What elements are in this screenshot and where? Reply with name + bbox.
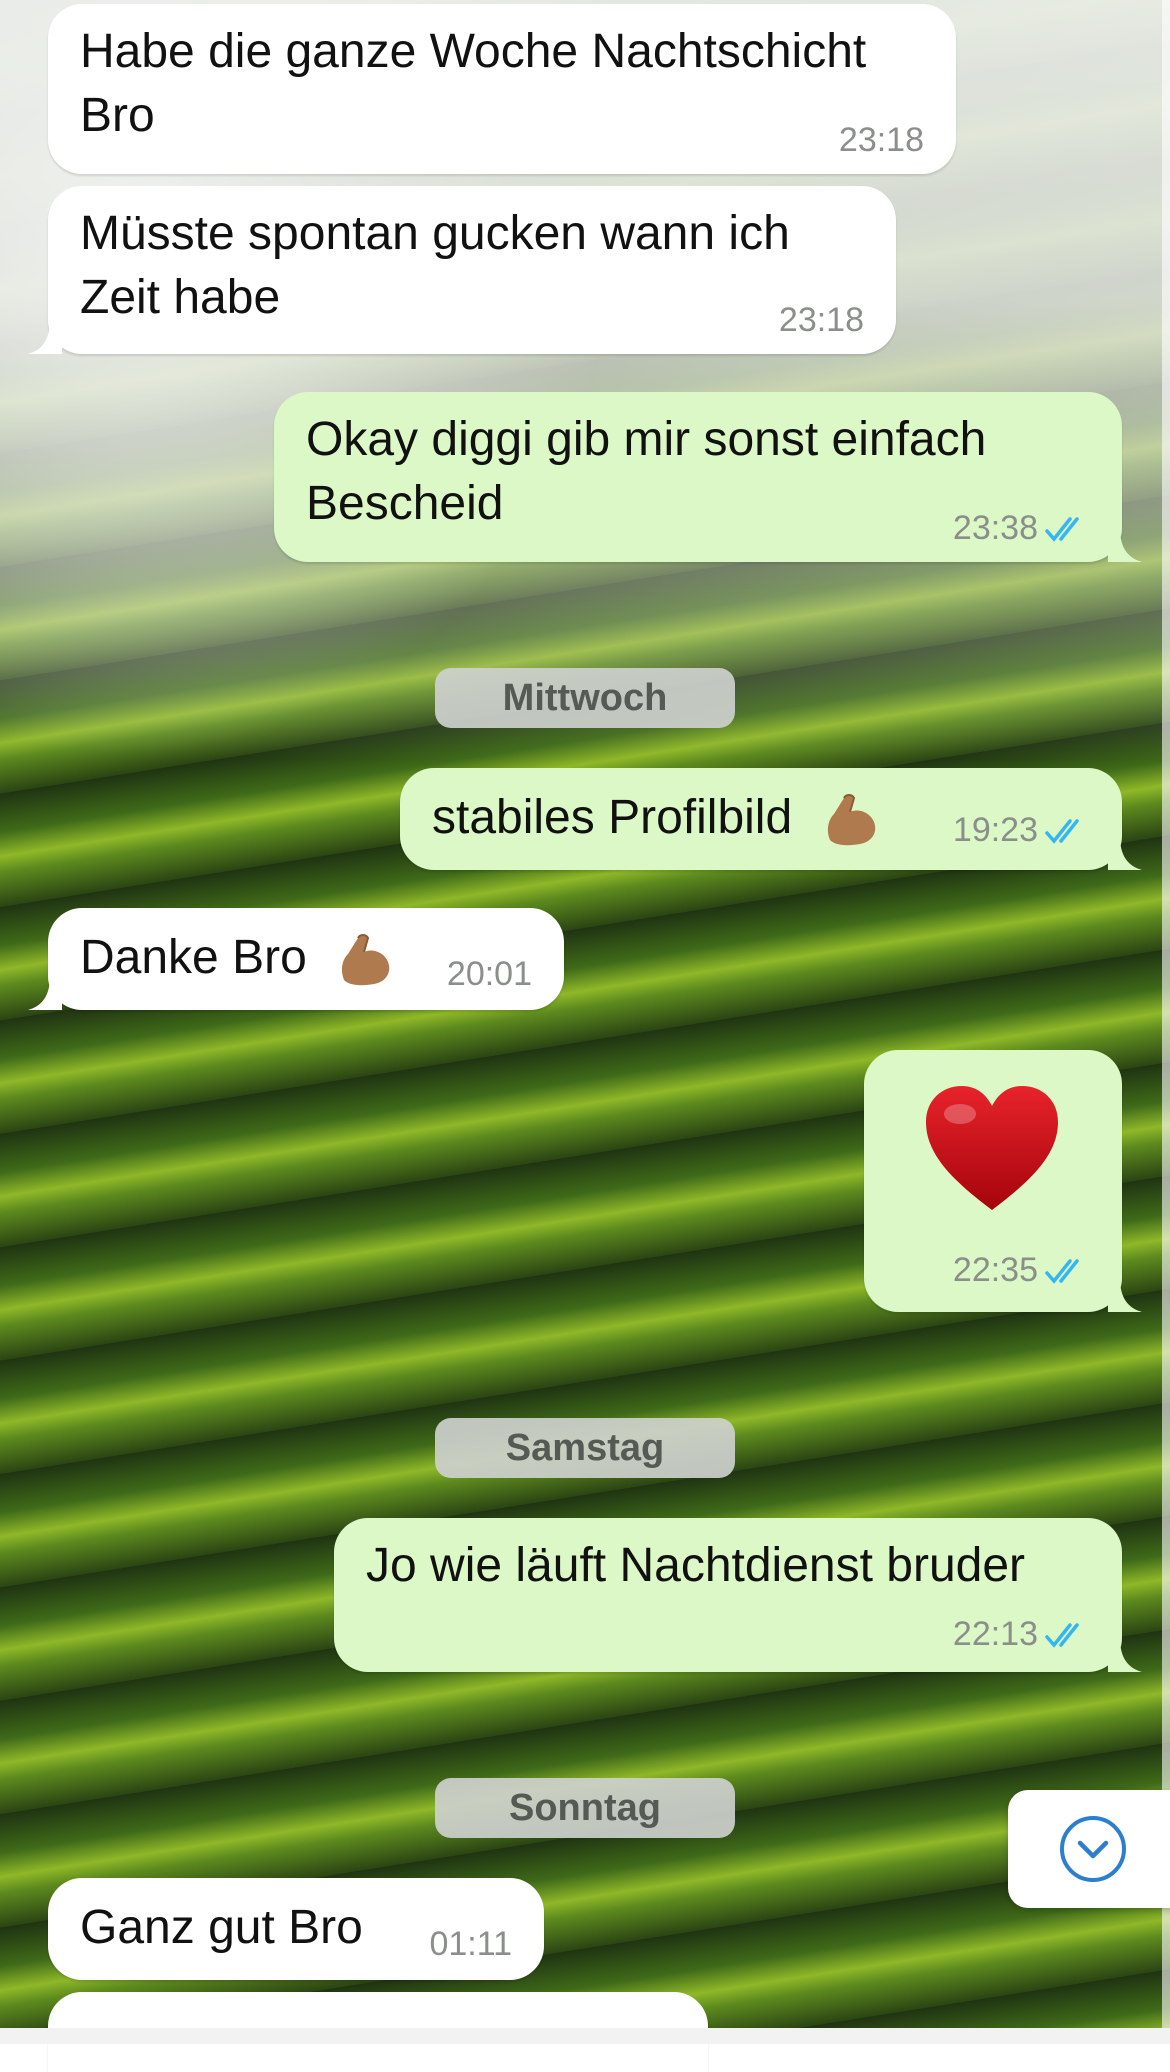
chevron-down-circle-icon — [1060, 1816, 1126, 1882]
message-bubble-outgoing[interactable]: Okay diggi gib mir sonst einfach Beschei… — [274, 392, 1142, 562]
read-ticks-icon — [1045, 1258, 1079, 1284]
day-separator: Mittwoch — [435, 668, 735, 728]
bottom-edge — [0, 2028, 1170, 2044]
message-text: Jo wie läuft Nachtdienst bruder — [366, 1539, 1026, 1592]
message-bubble-outgoing[interactable]: Jo wie läuft Nachtdienst bruder 22:13 — [334, 1518, 1142, 1672]
message-text: Zeit habe — [80, 271, 281, 324]
message-time: 19:23 — [953, 811, 1090, 850]
message-time-text: 22:13 — [952, 1615, 1038, 1653]
message-bubble-outgoing[interactable]: stabiles Profilbild 19:23 — [400, 768, 1142, 870]
bubble-tail — [1108, 1638, 1142, 1672]
message-bubble-incoming[interactable]: Danke Bro 20:01 — [28, 908, 564, 1010]
message-bubble-incoming[interactable]: Ganz gut Bro 01:11 — [48, 1878, 544, 1980]
message-text: Habe die ganze Woche Nachtschicht — [80, 25, 867, 78]
bubble-tail — [1108, 836, 1142, 870]
message-bubble-incoming[interactable]: Habe die ganze Woche Nachtschicht Bro 23… — [48, 4, 956, 174]
message-bubble-incoming[interactable]: Müsste spontan gucken wann ich Zeit habe… — [28, 186, 896, 354]
message-time-text: 23:38 — [952, 509, 1038, 547]
message-time: 22:35 — [953, 1251, 1090, 1290]
read-ticks-icon — [1045, 516, 1079, 542]
message-text: Müsste spontan gucken wann ich — [80, 207, 790, 260]
bubble-tail — [1108, 528, 1142, 562]
read-ticks-icon — [1045, 818, 1079, 844]
message-time-text: 19:23 — [952, 811, 1038, 849]
message-text-content: Danke Bro — [80, 931, 307, 984]
red-heart-icon — [926, 1086, 1058, 1210]
screen-edge — [1162, 0, 1170, 2044]
day-separator: Sonntag — [435, 1778, 735, 1838]
message-time: 01:11 — [429, 1925, 512, 1963]
message-bubble-outgoing[interactable]: 22:35 — [864, 1050, 1142, 1312]
flexed-biceps-icon — [827, 794, 875, 846]
message-time: 23:18 — [778, 301, 864, 339]
read-ticks-icon — [1045, 1622, 1079, 1648]
message-text: Okay diggi gib mir sonst einfach — [306, 413, 987, 466]
message-time-text: 22:35 — [952, 1251, 1038, 1289]
message-time: 23:18 — [838, 121, 924, 159]
day-separator: Samstag — [435, 1418, 735, 1478]
message-time: 22:13 — [953, 1615, 1090, 1654]
message-time: 20:01 — [446, 955, 532, 993]
scroll-to-bottom-button[interactable] — [1008, 1790, 1170, 1908]
message-time: 23:38 — [953, 509, 1090, 548]
bubble-tail — [28, 320, 62, 354]
bubble-tail — [28, 976, 62, 1010]
message-text-content: stabiles Profilbild — [432, 791, 793, 844]
message-text: Bro — [80, 89, 155, 142]
bubble-tail — [1108, 1278, 1142, 1312]
flexed-biceps-icon — [342, 934, 390, 986]
